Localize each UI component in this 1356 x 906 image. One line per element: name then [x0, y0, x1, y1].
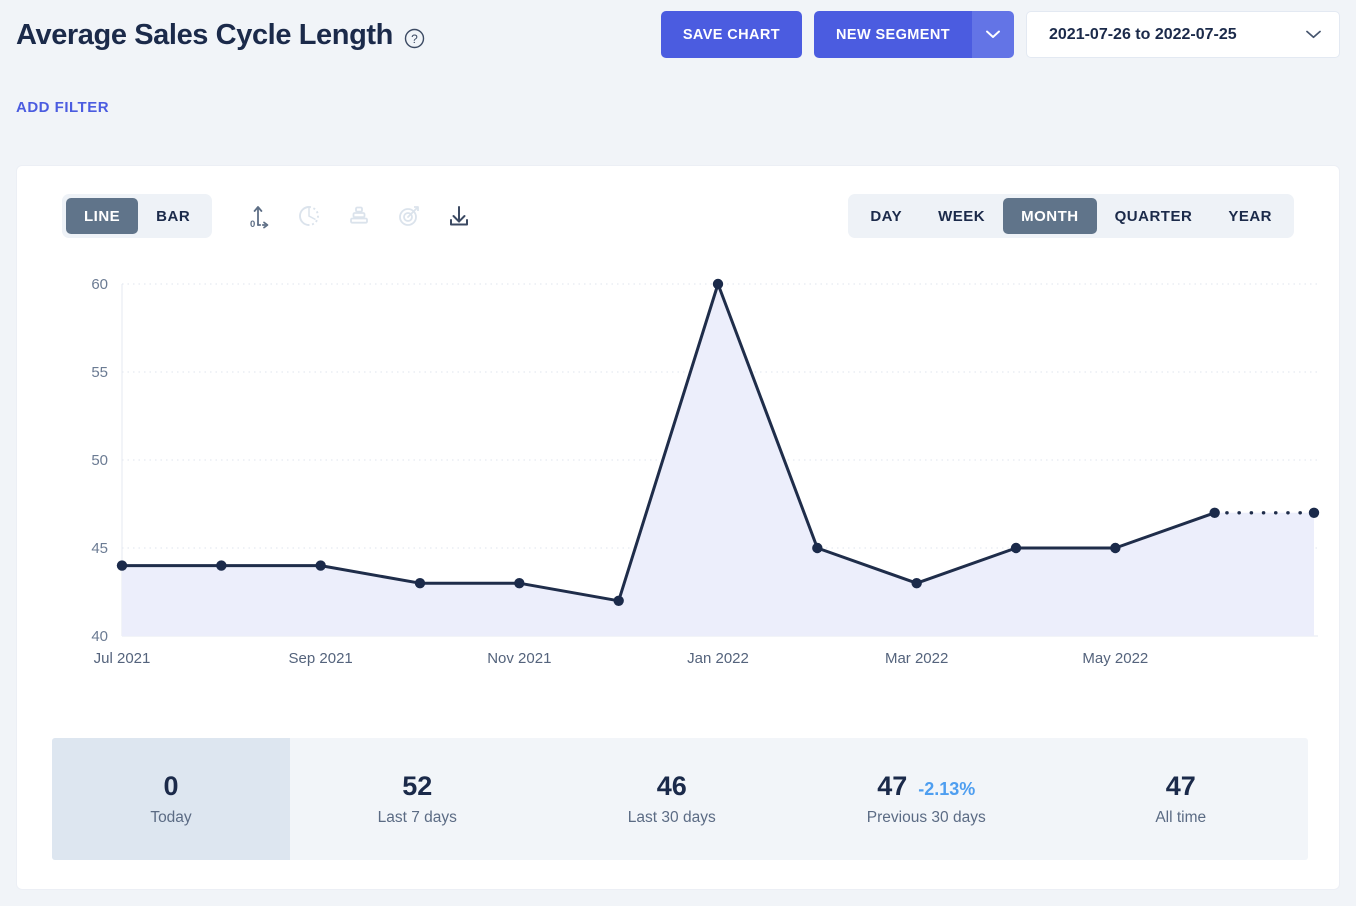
- new-segment-split-button: NEW SEGMENT: [814, 11, 1014, 58]
- data-point[interactable]: [911, 578, 922, 589]
- x-axis-tick-label: Mar 2022: [885, 650, 948, 667]
- granularity-week[interactable]: WEEK: [920, 198, 1003, 234]
- granularity-toggle: DAY WEEK MONTH QUARTER YEAR: [848, 194, 1294, 238]
- svg-text:?: ?: [411, 32, 418, 46]
- granularity-year[interactable]: YEAR: [1210, 198, 1290, 234]
- x-axis-tick-label: Sep 2021: [289, 650, 353, 667]
- data-point[interactable]: [712, 278, 724, 290]
- x-axis-tick-label: Jan 2022: [687, 650, 749, 667]
- stat-value-row: 0: [163, 771, 178, 802]
- stat-value: 46: [656, 771, 687, 801]
- data-point[interactable]: [116, 560, 128, 571]
- x-axis-tick-label: Jul 2021: [94, 650, 151, 667]
- funnel-pyramid-icon[interactable]: [340, 197, 378, 235]
- stat-card: 47 All time: [1054, 738, 1309, 860]
- y-axis-tick-label: 50: [91, 452, 108, 469]
- add-filter-button[interactable]: ADD FILTER: [16, 99, 109, 116]
- stat-delta: -2.13%: [918, 779, 976, 799]
- data-point[interactable]: [414, 578, 426, 589]
- chart-toolbar: LINE BAR 0 DAY WEEK MONTH QUARTER YEAR: [17, 194, 1339, 238]
- new-segment-dropdown-button[interactable]: [972, 11, 1014, 58]
- stats-summary-bar: 0 Today 52 Last 7 days 46 Last 30 days 47 -2.13…: [52, 738, 1308, 860]
- granularity-month[interactable]: MONTH: [1003, 198, 1097, 234]
- stat-label: Previous 30 days: [866, 809, 986, 826]
- save-chart-button[interactable]: SAVE CHART: [660, 11, 803, 58]
- page-title: Average Sales Cycle Length: [16, 18, 393, 51]
- download-icon[interactable]: [440, 197, 478, 235]
- date-range-selector[interactable]: 2021-07-26 to 2022-07-25: [1026, 11, 1340, 58]
- new-segment-button[interactable]: NEW SEGMENT: [814, 11, 972, 58]
- stat-card: 0 Today: [52, 738, 290, 860]
- stat-label: All time: [1155, 809, 1207, 826]
- line-chart[interactable]: 40 45 50 55 60 Jul 2021 Sep 2021 Nov 2021 Jan 20…: [17, 261, 1341, 781]
- granularity-day[interactable]: DAY: [852, 198, 920, 234]
- y-axis-tick-label: 60: [91, 276, 108, 293]
- date-range-value: 2021-07-26 to 2022-07-25: [1049, 25, 1237, 43]
- stat-value: 47: [1165, 771, 1196, 801]
- data-point[interactable]: [812, 542, 823, 554]
- pie-chart-icon[interactable]: [290, 197, 328, 235]
- data-point[interactable]: [514, 578, 525, 589]
- chart-card: LINE BAR 0 DAY WEEK MONTH QUARTER YEAR 4…: [16, 165, 1340, 890]
- page-header: Average Sales Cycle Length ? SAVE CHART …: [0, 0, 1356, 116]
- y-axis-tick-label: 55: [91, 364, 108, 381]
- header-actions: SAVE CHART NEW SEGMENT 2021-07-26 to 202…: [660, 11, 1340, 58]
- stat-value-row: 47: [1166, 771, 1196, 802]
- svg-text:0: 0: [250, 219, 255, 230]
- stat-label: Today: [150, 809, 192, 826]
- goal-target-icon[interactable]: [390, 197, 428, 235]
- chart-type-bar[interactable]: BAR: [138, 198, 208, 234]
- data-point[interactable]: [1010, 542, 1022, 554]
- chevron-down-icon: [986, 27, 1000, 42]
- question-circle-icon[interactable]: ?: [404, 28, 425, 49]
- chart-toolbar-left: LINE BAR 0: [62, 194, 478, 238]
- data-point[interactable]: [1209, 507, 1220, 518]
- stat-card: 52 Last 7 days: [290, 738, 545, 860]
- data-point[interactable]: [1110, 542, 1121, 554]
- stat-card: 47 -2.13% Previous 30 days: [799, 738, 1054, 860]
- data-point[interactable]: [315, 560, 326, 571]
- chart-type-line[interactable]: LINE: [66, 198, 139, 234]
- axis-scale-icon[interactable]: 0: [240, 197, 278, 235]
- chevron-down-icon: [1306, 26, 1321, 44]
- stat-card: 46 Last 30 days: [545, 738, 800, 860]
- stat-value-row: 52: [402, 771, 432, 802]
- data-point[interactable]: [613, 595, 624, 606]
- stat-value-row: 47 -2.13%: [877, 771, 975, 802]
- x-axis-tick-label: May 2022: [1082, 650, 1148, 667]
- data-point[interactable]: [216, 560, 227, 571]
- chart-type-toggle: LINE BAR: [62, 194, 213, 238]
- stat-value-row: 46: [657, 771, 687, 802]
- stat-label: Last 7 days: [377, 809, 457, 826]
- stat-value: 52: [402, 771, 433, 801]
- y-axis-tick-label: 40: [91, 628, 108, 645]
- stat-value: 0: [163, 771, 179, 801]
- x-axis-tick-label: Nov 2021: [487, 650, 551, 667]
- data-point[interactable]: [1308, 507, 1320, 518]
- stat-label: Last 30 days: [627, 809, 716, 826]
- y-axis-tick-label: 45: [91, 540, 108, 557]
- granularity-quarter[interactable]: QUARTER: [1097, 198, 1211, 234]
- stat-value: 47: [877, 771, 908, 801]
